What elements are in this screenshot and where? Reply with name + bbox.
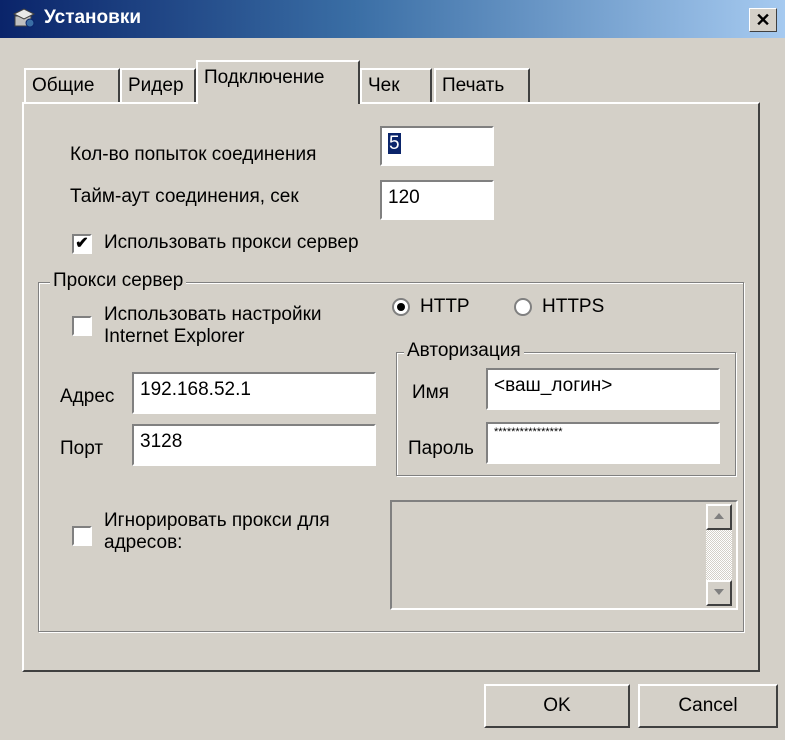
cancel-button[interactable]: Cancel [638,684,778,728]
address-value: 192.168.52.1 [140,379,251,400]
https-radio[interactable] [514,298,532,316]
http-radio[interactable] [392,298,410,316]
attempts-value: 5 [388,133,401,154]
http-label: HTTP [420,296,470,317]
timeout-input[interactable]: 120 [380,180,494,220]
use-ie-label-line2: Internet Explorer [104,326,245,347]
address-label: Адрес [60,386,115,407]
password-value: **************** [494,426,563,438]
app-icon [12,8,36,30]
scroll-up-button[interactable] [706,504,732,530]
window-title: Установки [44,7,142,28]
ok-button[interactable]: OK [484,684,630,728]
ignore-addresses-list[interactable] [390,500,738,610]
scroll-down-arrow-icon [714,589,724,595]
use-ie-label-line1: Использовать настройки [104,304,322,325]
ignore-proxy-checkbox[interactable] [72,526,92,546]
name-value: <ваш_логин> [494,375,613,396]
password-label: Пароль [408,438,474,459]
tab-reader[interactable]: Ридер [120,68,196,102]
tab-print[interactable]: Печать [434,68,530,102]
tab-receipt[interactable]: Чек [360,68,432,102]
address-input[interactable]: 192.168.52.1 [132,372,376,414]
attempts-input[interactable]: 5 [380,126,494,166]
tab-connection[interactable]: Подключение [196,60,360,104]
tab-general[interactable]: Общие [24,68,120,102]
ignore-proxy-label-line2: адресов: [104,532,183,553]
use-proxy-label: Использовать прокси сервер [104,232,359,253]
scroll-down-button[interactable] [706,580,732,606]
scroll-up-arrow-icon [714,513,724,519]
port-input[interactable]: 3128 [132,424,376,466]
name-label: Имя [412,382,450,403]
attempts-label: Кол-во попыток соединения [70,144,317,165]
use-proxy-checkbox[interactable]: ✔ [72,234,92,254]
password-input[interactable]: **************** [486,422,720,464]
port-value: 3128 [140,431,183,452]
use-ie-checkbox[interactable] [72,316,92,336]
https-label: HTTPS [542,296,605,317]
proxy-group-label: Прокси сервер [50,270,187,292]
auth-group-label: Авторизация [404,340,524,362]
timeout-value: 120 [388,187,420,208]
name-input[interactable]: <ваш_логин> [486,368,720,410]
ignore-proxy-label-line1: Игнорировать прокси для [104,510,330,531]
port-label: Порт [60,438,104,459]
close-button[interactable]: ✕ [749,8,777,32]
timeout-label: Тайм-аут соединения, сек [70,186,299,207]
